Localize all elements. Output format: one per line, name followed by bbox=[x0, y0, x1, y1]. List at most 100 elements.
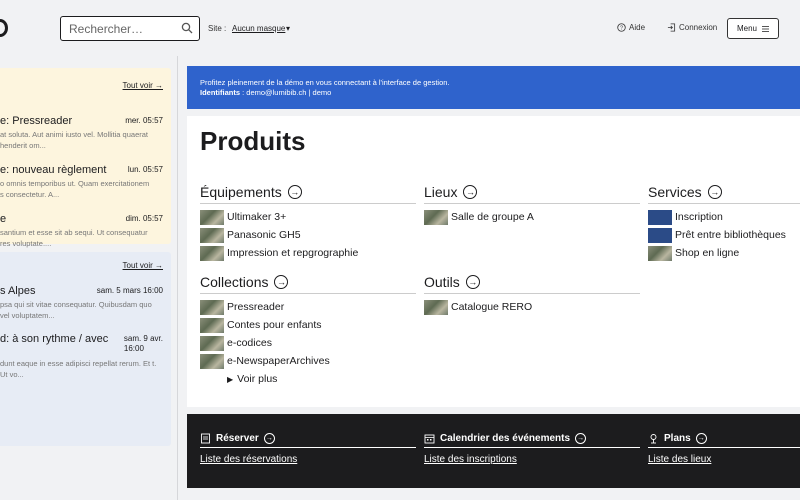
section-title[interactable]: Outils bbox=[424, 274, 460, 290]
product-label[interactable]: e-codices bbox=[227, 337, 272, 349]
arrow-right-circle-icon[interactable]: → bbox=[707, 185, 722, 199]
help-link[interactable]: ? Aide bbox=[617, 23, 645, 32]
product-item[interactable]: e-codices bbox=[200, 334, 416, 352]
product-thumbnail bbox=[200, 317, 224, 333]
section-header-services[interactable]: Services → bbox=[648, 184, 800, 204]
quick-links-header[interactable]: Plans → bbox=[648, 432, 800, 448]
reservations-link[interactable]: Liste des réservations bbox=[200, 454, 416, 465]
product-label[interactable]: Shop en ligne bbox=[675, 247, 739, 259]
quick-links-plans: Plans → Liste des lieux bbox=[648, 432, 800, 465]
quick-links-title[interactable]: Calendrier des événements bbox=[440, 433, 570, 444]
arrow-right-circle-icon[interactable]: → bbox=[263, 433, 275, 444]
product-item[interactable]: Prêt entre bibliothèques bbox=[648, 226, 800, 244]
event-item-date-time: 16:00 bbox=[123, 344, 144, 353]
login-icon bbox=[667, 23, 676, 32]
quick-links-title[interactable]: Plans bbox=[664, 433, 691, 444]
quick-links-title[interactable]: Réserver bbox=[216, 433, 259, 444]
product-label[interactable]: Inscription bbox=[675, 211, 723, 223]
arrow-right-circle-icon[interactable]: → bbox=[287, 185, 302, 199]
event-item-date: sam. 9 avr. 16:00 bbox=[124, 334, 163, 354]
arrow-right-circle-icon[interactable]: → bbox=[274, 275, 289, 289]
product-item[interactable]: e-NewspaperArchives bbox=[200, 352, 416, 370]
product-item[interactable]: Panasonic GH5 bbox=[200, 226, 416, 244]
arrow-right-circle-icon[interactable]: → bbox=[465, 275, 480, 289]
event-item-title[interactable]: d: à son rythme / avec bbox=[0, 333, 108, 345]
product-label[interactable]: Impression et repgrographie bbox=[227, 247, 358, 259]
section-services: Services → Inscription Prêt entre biblio… bbox=[648, 184, 800, 262]
product-label[interactable]: Ultimaker 3+ bbox=[227, 211, 286, 223]
news-item-excerpt: santium et esse sit ab sequi. Ut consequ… bbox=[0, 228, 148, 248]
search-box[interactable] bbox=[60, 16, 200, 41]
quick-links-header[interactable]: Réserver → bbox=[200, 432, 416, 448]
section-collections: Collections → Pressreader Contes pour en… bbox=[200, 274, 416, 388]
event-item-excerpt: dunt eaque in esse adipisci repellat rer… bbox=[0, 359, 157, 379]
product-label[interactable]: e-NewspaperArchives bbox=[227, 355, 330, 367]
header: Site : Aucun masque ▾ ? Aide Connexion M… bbox=[0, 0, 800, 56]
section-header-lieux[interactable]: Lieux → bbox=[424, 184, 640, 204]
news-item-title[interactable]: e: nouveau règlement bbox=[0, 164, 106, 176]
news-see-all-link[interactable]: Tout voir → bbox=[123, 81, 163, 90]
event-item-title[interactable]: s Alpes bbox=[0, 285, 35, 297]
product-label[interactable]: Prêt entre bibliothèques bbox=[675, 229, 786, 241]
product-item[interactable]: Impression et repgrographie bbox=[200, 244, 416, 262]
arrow-right-circle-icon[interactable]: → bbox=[463, 185, 478, 199]
arrow-right-circle-icon[interactable]: → bbox=[575, 433, 587, 444]
product-thumbnail bbox=[648, 209, 672, 225]
left-sidebar: Tout voir → e: Pressreader mer. 05:57 at… bbox=[0, 56, 178, 500]
banner-credentials: Identifiants : demo@lumibib.ch | demo bbox=[200, 88, 800, 98]
caret-down-icon[interactable]: ▾ bbox=[286, 24, 290, 33]
news-item-title[interactable]: e: Pressreader bbox=[0, 115, 72, 127]
product-item[interactable]: Inscription bbox=[648, 208, 800, 226]
logo[interactable] bbox=[0, 19, 8, 37]
search-input[interactable] bbox=[69, 22, 179, 36]
events-see-all-link[interactable]: Tout voir → bbox=[123, 261, 163, 270]
section-equipements: Équipements → Ultimaker 3+ Panasonic GH5… bbox=[200, 184, 416, 262]
product-label[interactable]: Pressreader bbox=[227, 301, 284, 313]
product-thumbnail bbox=[424, 209, 448, 225]
product-label[interactable]: Salle de groupe A bbox=[451, 211, 534, 223]
product-item[interactable]: Ultimaker 3+ bbox=[200, 208, 416, 226]
product-item[interactable]: Salle de groupe A bbox=[424, 208, 640, 226]
section-title[interactable]: Services bbox=[648, 184, 702, 200]
see-more-toggle[interactable]: ▶ Voir plus bbox=[200, 370, 416, 388]
site-select[interactable]: Aucun masque bbox=[232, 24, 285, 33]
product-item[interactable]: Catalogue RERO bbox=[424, 298, 640, 316]
map-pin-icon bbox=[650, 434, 657, 444]
quick-links-header[interactable]: Calendrier des événements → bbox=[424, 432, 640, 448]
product-item[interactable]: Shop en ligne bbox=[648, 244, 800, 262]
menu-button[interactable]: Menu bbox=[727, 18, 779, 39]
banner-credentials-value: : demo@lumibib.ch | demo bbox=[240, 88, 332, 97]
search-icon[interactable] bbox=[181, 22, 193, 34]
registrations-link[interactable]: Liste des inscriptions bbox=[424, 454, 640, 465]
product-thumbnail bbox=[200, 227, 224, 243]
news-item-excerpt: o omnis temporibus ut. Quam exercitation… bbox=[0, 179, 150, 199]
events-card: Tout voir → s Alpes sam. 5 mars 16:00 ps… bbox=[0, 252, 171, 446]
section-header-collections[interactable]: Collections → bbox=[200, 274, 416, 294]
places-link[interactable]: Liste des lieux bbox=[648, 454, 800, 465]
product-label[interactable]: Panasonic GH5 bbox=[227, 229, 301, 241]
login-link[interactable]: Connexion bbox=[667, 23, 717, 32]
section-title[interactable]: Lieux bbox=[424, 184, 457, 200]
product-label[interactable]: Contes pour enfants bbox=[227, 319, 322, 331]
product-thumbnail bbox=[424, 299, 448, 315]
product-item[interactable]: Pressreader bbox=[200, 298, 416, 316]
product-item[interactable]: Contes pour enfants bbox=[200, 316, 416, 334]
arrow-right-circle-icon[interactable]: → bbox=[695, 433, 707, 444]
hamburger-icon bbox=[762, 25, 769, 32]
quick-links-reserver: Réserver → Liste des réservations bbox=[200, 432, 416, 465]
section-header-outils[interactable]: Outils → bbox=[424, 274, 640, 294]
event-item-date: sam. 5 mars 16:00 bbox=[96, 286, 163, 295]
news-item-excerpt: at soluta. Aut animi iusto vel. Mollitia… bbox=[0, 130, 148, 150]
product-thumbnail bbox=[200, 209, 224, 225]
product-label[interactable]: Catalogue RERO bbox=[451, 301, 532, 313]
news-item-title[interactable]: e bbox=[0, 213, 6, 225]
see-more-label[interactable]: Voir plus bbox=[237, 373, 277, 385]
section-title[interactable]: Équipements bbox=[200, 184, 282, 200]
product-thumbnail bbox=[200, 299, 224, 315]
section-title[interactable]: Collections bbox=[200, 274, 268, 290]
section-header-equipements[interactable]: Équipements → bbox=[200, 184, 416, 204]
news-item-date: mer. 05:57 bbox=[125, 116, 163, 125]
product-thumbnail bbox=[200, 353, 224, 369]
quick-links-bar: Réserver → Liste des réservations Calend… bbox=[187, 414, 800, 488]
svg-text:?: ? bbox=[620, 25, 623, 31]
